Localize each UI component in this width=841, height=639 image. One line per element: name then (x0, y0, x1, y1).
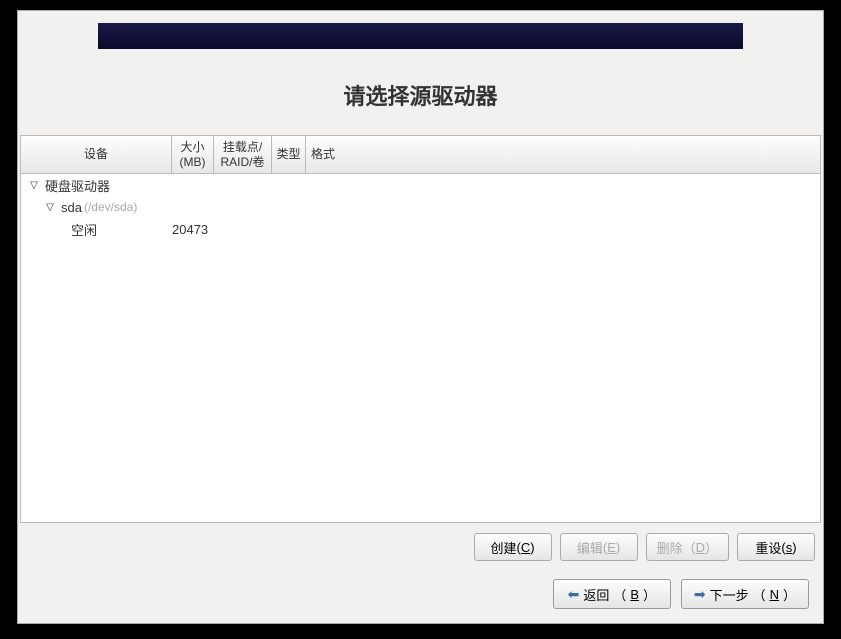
table-body[interactable]: ▽ 硬盘驱动器 ▽ sda (/dev/sda) 空闲 20473 (21, 174, 820, 522)
next-button[interactable]: ➡ 下一步（N） (681, 579, 809, 609)
arrow-left-icon: ⬅ (568, 586, 580, 603)
tree-row-disk[interactable]: ▽ sda (/dev/sda) (21, 196, 820, 218)
reset-button[interactable]: 重设(s) (737, 533, 815, 561)
col-format[interactable]: 格式 (306, 136, 340, 173)
col-size-label: 大小 (MB) (180, 140, 206, 169)
title-area: 请选择源驱动器 (18, 49, 823, 135)
disk-name: sda (61, 200, 82, 215)
page-title: 请选择源驱动器 (18, 79, 823, 111)
col-mount-label: 挂载点/ RAID/卷 (220, 140, 264, 169)
arrow-right-icon: ➡ (694, 586, 706, 603)
header-banner (98, 23, 743, 49)
col-mount[interactable]: 挂载点/ RAID/卷 (214, 136, 272, 173)
disk-path: (/dev/sda) (84, 200, 137, 214)
back-button[interactable]: ⬅ 返回（B） (553, 579, 671, 609)
col-type[interactable]: 类型 (272, 136, 306, 173)
installer-window: 请选择源驱动器 设备 大小 (MB) 挂载点/ RAID/卷 类型 格式 ▽ 硬… (17, 10, 824, 624)
tree-row-root[interactable]: ▽ 硬盘驱动器 (21, 174, 820, 196)
free-size: 20473 (172, 222, 214, 237)
free-label: 空闲 (71, 220, 97, 239)
action-bar: 创建(C) 编辑(E) 删除（D） 重设(s) (18, 523, 823, 567)
expand-toggle-icon[interactable]: ▽ (43, 202, 57, 213)
col-device[interactable]: 设备 (21, 136, 172, 173)
table-header: 设备 大小 (MB) 挂载点/ RAID/卷 类型 格式 (21, 136, 820, 174)
nav-bar: ⬅ 返回（B） ➡ 下一步（N） (18, 567, 823, 623)
delete-button: 删除（D） (646, 533, 729, 561)
tree-row-free[interactable]: 空闲 20473 (21, 218, 820, 240)
create-button[interactable]: 创建(C) (474, 533, 552, 561)
root-label: 硬盘驱动器 (45, 176, 110, 195)
edit-button: 编辑(E) (560, 533, 638, 561)
expand-toggle-icon[interactable]: ▽ (27, 180, 41, 191)
col-size[interactable]: 大小 (MB) (172, 136, 214, 173)
partition-table: 设备 大小 (MB) 挂载点/ RAID/卷 类型 格式 ▽ 硬盘驱动器 ▽ s… (20, 135, 821, 523)
